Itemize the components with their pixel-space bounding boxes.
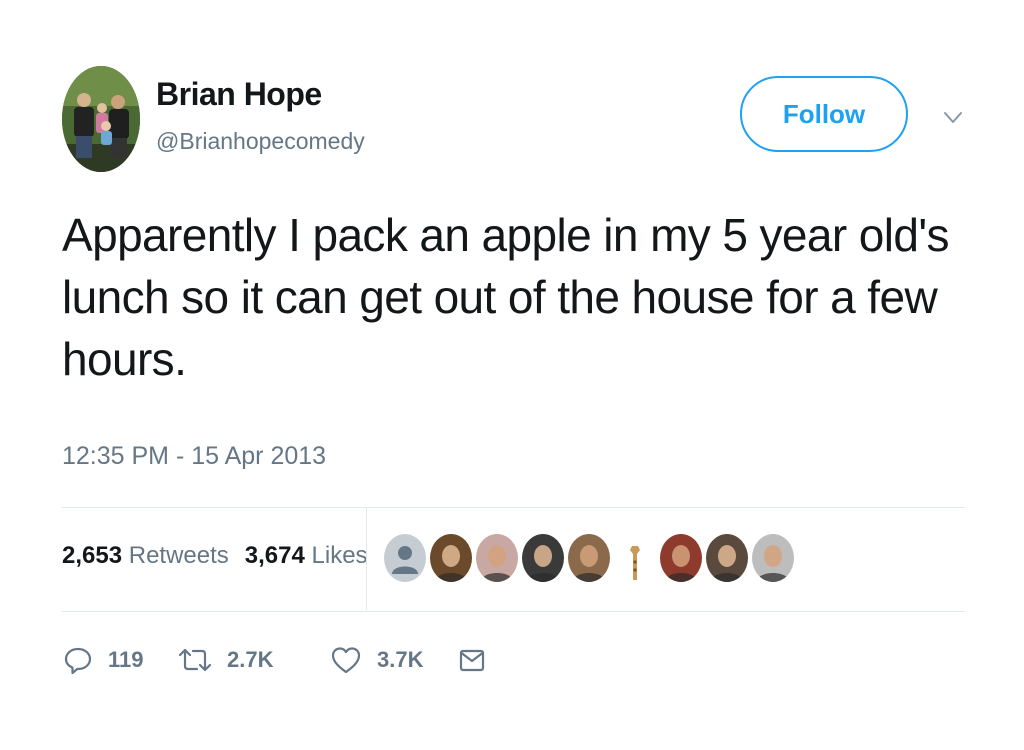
like-action[interactable]: 3.7K xyxy=(329,644,457,676)
action-bar: 119 2.7K 3.7K xyxy=(62,640,487,680)
liker-avatar[interactable] xyxy=(476,534,518,582)
retweets-stat[interactable]: 2,653 Retweets xyxy=(62,542,229,570)
stats-separator xyxy=(366,508,367,610)
likes-stat[interactable]: 3,674 Likes xyxy=(245,542,368,570)
liker-avatar[interactable] xyxy=(430,534,472,582)
liker-avatar[interactable] xyxy=(752,534,794,582)
liker-avatar[interactable] xyxy=(522,534,564,582)
retweets-label: Retweets xyxy=(128,542,229,569)
default-avatar-icon[interactable] xyxy=(384,534,426,582)
chevron-down-icon[interactable] xyxy=(940,106,966,128)
likes-count: 3,674 xyxy=(244,542,305,569)
retweet-icon xyxy=(177,644,213,676)
envelope-icon xyxy=(457,645,487,675)
liker-avatar[interactable] xyxy=(706,534,748,582)
likes-label: Likes xyxy=(311,542,368,569)
retweet-action[interactable]: 2.7K xyxy=(177,644,329,676)
author-name[interactable]: Brian Hope xyxy=(156,76,322,113)
author-avatar[interactable] xyxy=(62,66,140,172)
liker-avatar[interactable] xyxy=(568,534,610,582)
direct-message-action[interactable] xyxy=(457,645,487,675)
family-photo-image xyxy=(62,66,140,172)
reply-icon xyxy=(62,644,94,676)
heart-icon xyxy=(329,644,363,676)
divider-bottom xyxy=(62,611,964,612)
liker-avatars xyxy=(384,534,794,582)
engagement-stats: 2,653 Retweets 3,674 Likes xyxy=(62,542,368,570)
retweet-count: 2.7K xyxy=(227,647,274,672)
divider-top xyxy=(62,507,964,508)
retweets-count: 2,653 xyxy=(62,542,123,569)
liker-avatar[interactable] xyxy=(660,534,702,582)
follow-button[interactable]: Follow xyxy=(740,76,908,152)
tweet-text: Apparently I pack an apple in my 5 year … xyxy=(62,209,950,385)
author-handle[interactable]: @Brianhopecomedy xyxy=(156,128,365,155)
giraffe-avatar[interactable] xyxy=(614,534,656,582)
like-count: 3.7K xyxy=(377,647,424,672)
reply-action[interactable]: 119 xyxy=(62,644,177,676)
tweet-card: Brian Hope @Brianhopecomedy Follow Appar… xyxy=(0,0,1024,750)
tweet-timestamp[interactable]: 12:35 PM - 15 Apr 2013 xyxy=(62,442,326,471)
reply-count: 119 xyxy=(108,647,144,672)
